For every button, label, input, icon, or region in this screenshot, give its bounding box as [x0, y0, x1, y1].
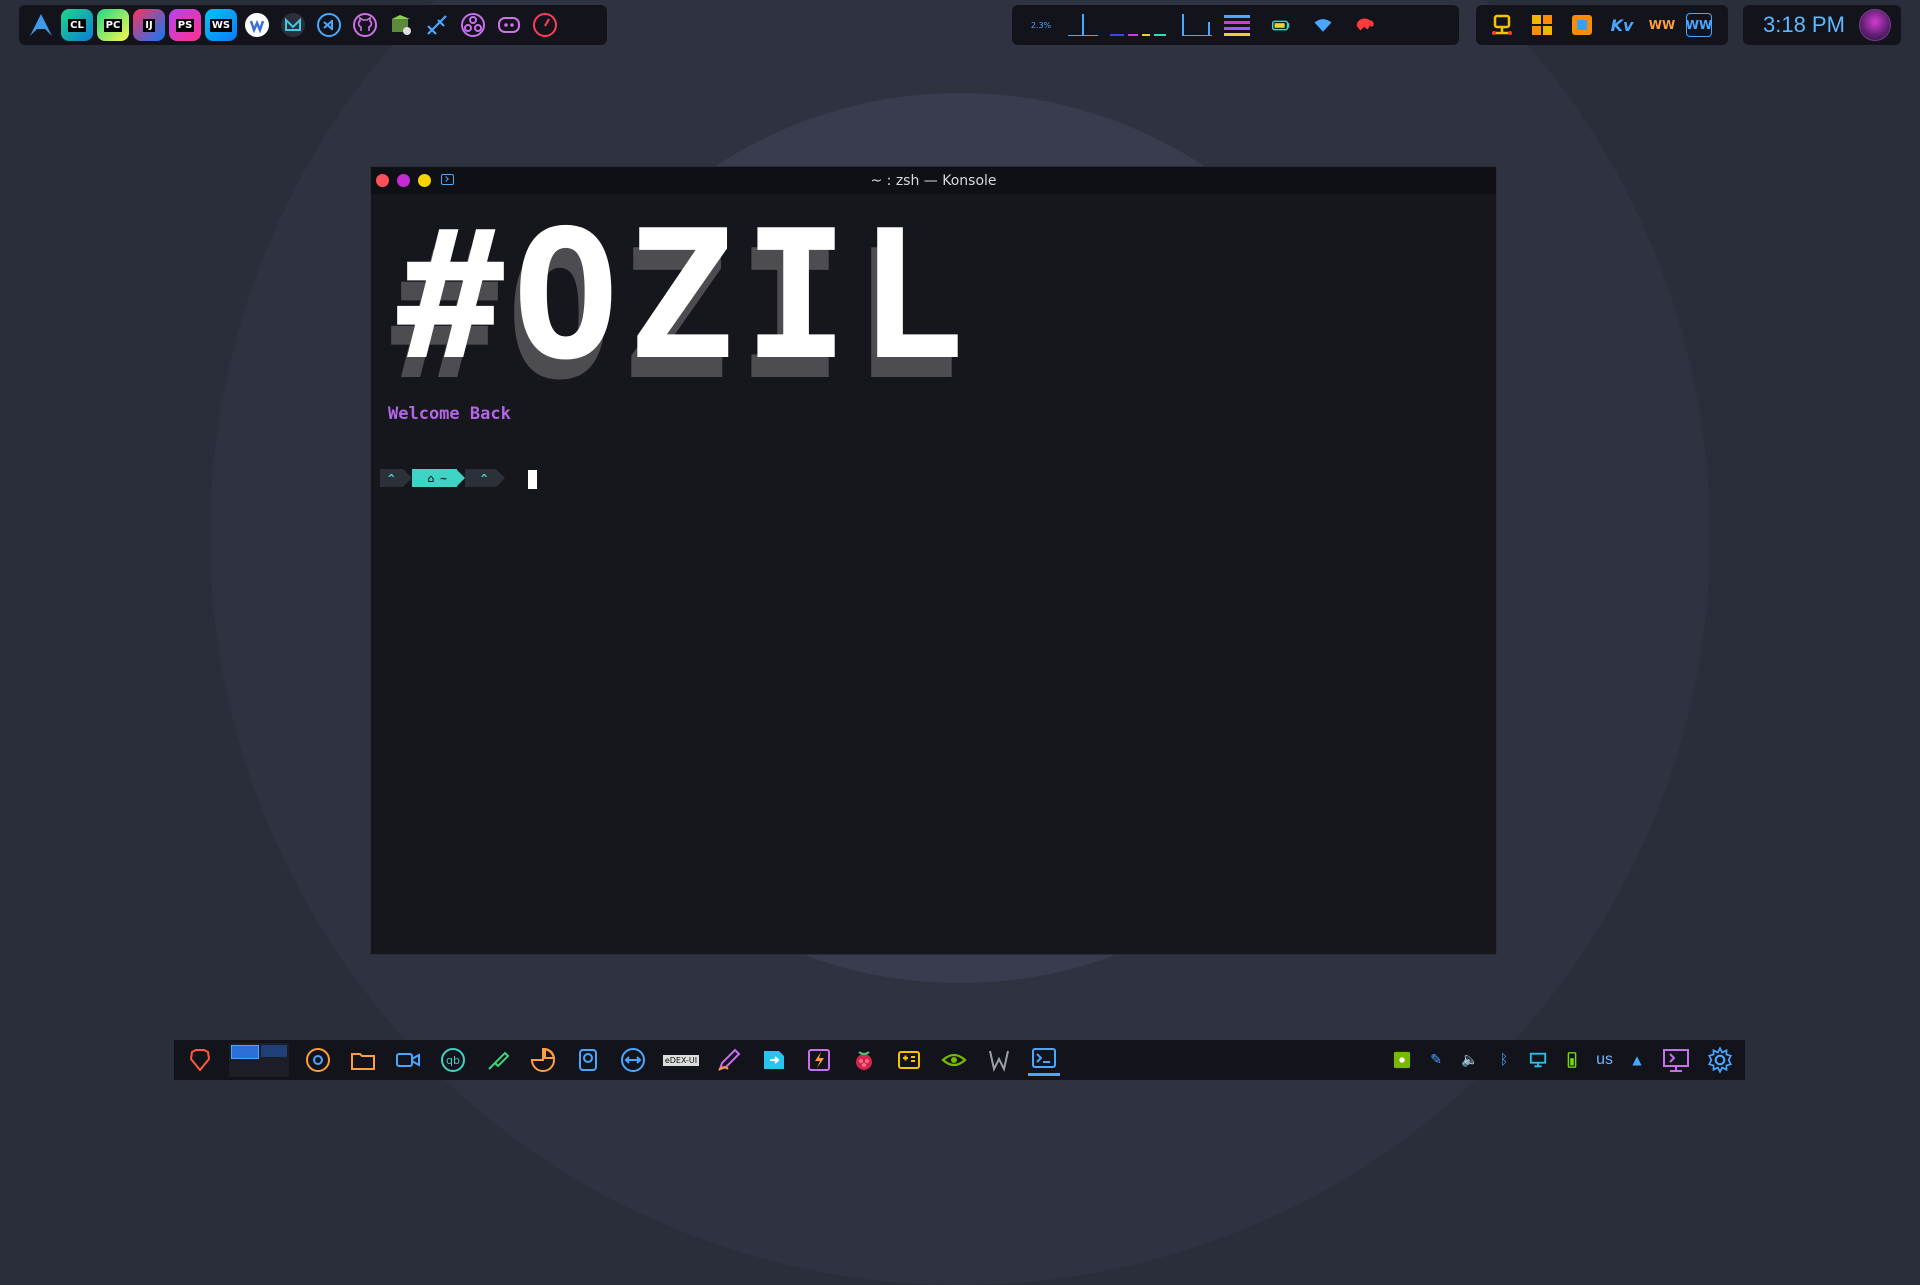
- window-titlebar[interactable]: ~ : zsh — Konsole: [371, 167, 1496, 194]
- phpstorm-icon[interactable]: PS: [169, 9, 201, 41]
- remote-desktop-icon[interactable]: [758, 1044, 790, 1076]
- welcome-message: Welcome Back: [388, 404, 511, 424]
- raspberry-pi-icon[interactable]: [848, 1044, 880, 1076]
- brave-icon[interactable]: [184, 1044, 216, 1076]
- system-monitor-panel: 2.3%: [1012, 5, 1459, 45]
- mailspring-icon[interactable]: [277, 9, 309, 41]
- wave2-app-icon[interactable]: WW: [1686, 13, 1712, 37]
- avatar[interactable]: [1859, 9, 1891, 41]
- chrome-icon[interactable]: [302, 1044, 334, 1076]
- virtual-desktop-pager[interactable]: [229, 1043, 289, 1077]
- layout-app-icon[interactable]: [1526, 9, 1558, 41]
- network-graph-widget[interactable]: [1110, 12, 1170, 38]
- show-desktop-icon[interactable]: [1661, 1049, 1691, 1072]
- wifi-icon[interactable]: [1308, 12, 1338, 38]
- draw-icon[interactable]: [713, 1044, 745, 1076]
- system-bars-widget[interactable]: [1224, 12, 1254, 38]
- kv-app-icon[interactable]: Kv: [1606, 9, 1638, 41]
- archive-icon[interactable]: [385, 9, 417, 41]
- terminal-icon[interactable]: [1028, 1044, 1060, 1076]
- obs-icon[interactable]: [457, 9, 489, 41]
- github-icon[interactable]: [349, 9, 381, 41]
- lightning-icon[interactable]: [803, 1044, 835, 1076]
- battery-icon[interactable]: [1266, 12, 1296, 38]
- clipboard-icon[interactable]: ✎: [1426, 1050, 1446, 1070]
- desktop-1[interactable]: [231, 1045, 259, 1059]
- system-tray: ✎ 🔈 ᛒ us ▲: [1392, 1046, 1735, 1074]
- edex-ui-icon[interactable]: eDEX-UI: [662, 1044, 700, 1076]
- cpu-graph-widget[interactable]: [1068, 12, 1098, 38]
- settings-gear-icon[interactable]: [1705, 1046, 1735, 1074]
- volume-icon[interactable]: 🔈: [1460, 1050, 1480, 1070]
- clock[interactable]: 3:18 PM: [1763, 12, 1845, 38]
- qbittorrent-icon[interactable]: qb: [437, 1044, 469, 1076]
- prompt-separator: [402, 469, 412, 487]
- cpu-load-widget[interactable]: 2.3%: [1026, 12, 1056, 38]
- predator-icon[interactable]: [983, 1044, 1015, 1076]
- taskbar: qb eDEX-UI ✎ 🔈 ᛒ us ▲: [174, 1040, 1745, 1080]
- desktop-2[interactable]: [261, 1045, 287, 1057]
- games-icon[interactable]: [893, 1044, 925, 1076]
- battery-tray-icon[interactable]: [1562, 1050, 1582, 1070]
- memory-graph-widget[interactable]: [1182, 12, 1212, 38]
- backup-icon[interactable]: [572, 1044, 604, 1076]
- network-app-icon[interactable]: [1486, 9, 1518, 41]
- clion-icon[interactable]: CL: [61, 9, 93, 41]
- teamviewer-icon[interactable]: [617, 1044, 649, 1076]
- window-app-icon[interactable]: [1566, 9, 1598, 41]
- video-call-icon[interactable]: [392, 1044, 424, 1076]
- files-icon[interactable]: [347, 1044, 379, 1076]
- arch-menu-icon[interactable]: [25, 9, 57, 41]
- pycharm-icon[interactable]: PC: [97, 9, 129, 41]
- keyboard-layout[interactable]: us: [1596, 1051, 1613, 1069]
- home-icon: ⌂: [427, 471, 435, 485]
- discord-icon[interactable]: [493, 9, 525, 41]
- top-apps-panel: Kv WW WW: [1476, 5, 1728, 45]
- svg-text:qb: qb: [446, 1054, 460, 1067]
- nvidia-settings-icon[interactable]: [1392, 1050, 1412, 1070]
- rocket-icon[interactable]: [421, 9, 453, 41]
- chevron-up-icon[interactable]: ▲: [1627, 1050, 1647, 1070]
- display-icon[interactable]: [1528, 1050, 1548, 1070]
- text-cursor: [528, 470, 537, 489]
- prompt-separator: [455, 469, 465, 487]
- cpu-load-label: 2.3%: [1030, 20, 1052, 30]
- banner-text: #OZIL: [397, 192, 973, 399]
- prompt-segment-status: ^: [464, 469, 496, 487]
- usb-icon[interactable]: [482, 1044, 514, 1076]
- prompt-segment-dir: ⌂ ~: [411, 469, 457, 487]
- webapp-icon[interactable]: [241, 9, 273, 41]
- window-title: ~ : zsh — Konsole: [870, 173, 997, 189]
- konsole-window[interactable]: ~ : zsh — Konsole #OZIL #OZIL Welcome Ba…: [370, 166, 1497, 955]
- prompt-separator: [495, 469, 505, 487]
- disk-usage-icon[interactable]: [527, 1044, 559, 1076]
- webstorm-icon[interactable]: WS: [205, 9, 237, 41]
- top-launcher-panel: CL PC IJ PS WS: [19, 5, 607, 45]
- speedometer-icon[interactable]: [529, 9, 561, 41]
- bluetooth-icon[interactable]: ᛒ: [1494, 1050, 1514, 1070]
- prompt-segment-user: ^: [380, 469, 403, 487]
- shell-prompt: ^ ⌂ ~ ^: [380, 468, 505, 488]
- nvidia-icon[interactable]: [938, 1044, 970, 1076]
- clock-panel: 3:18 PM: [1743, 5, 1901, 45]
- intellij-icon[interactable]: IJ: [133, 9, 165, 41]
- wave-app-icon[interactable]: WW: [1646, 9, 1678, 41]
- vscode-icon[interactable]: [313, 9, 345, 41]
- brain-icon[interactable]: [1350, 12, 1380, 38]
